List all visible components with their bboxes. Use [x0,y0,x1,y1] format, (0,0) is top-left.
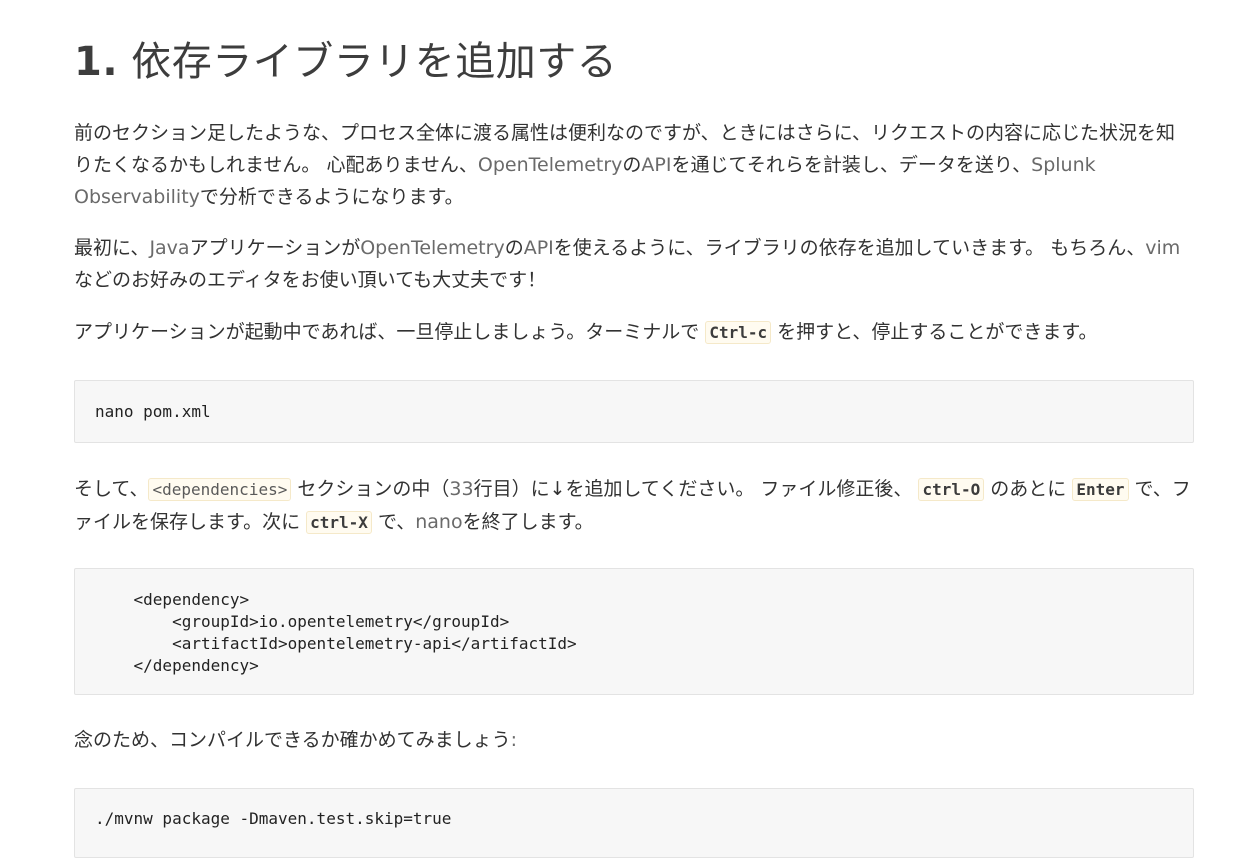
heading-number: 1. [74,39,119,85]
text-span: アプリケーションが [189,237,361,259]
text-span: の [504,237,524,259]
article-content: 1. 依存ライブラリを追加する 前のセクション足したような、プロセス全体に渡る属… [74,0,1194,858]
compile-paragraph: 念のため、コンパイルできるか確かめてみましょう: [74,724,517,756]
text-span: 最初に、 [74,237,150,259]
code-block-nano[interactable]: nano pom.xml [74,380,1194,443]
text-span: のあとに [984,478,1073,500]
intro-paragraph: 前のセクション足したような、プロセス全体に渡る属性は便利なのですが、ときにはさら… [74,117,1194,213]
inline-code-ctrl-x: ctrl-X [306,511,372,534]
text-span: で、 [371,511,416,533]
text-span: 33 [449,478,474,500]
text-span: を押すと、停止することができます。 [771,321,1098,343]
inline-code-ctrl-o: ctrl-O [918,478,985,501]
text-span: 行目）に↓を追加してください。 ファイル修正後、 [473,478,919,500]
text-span: の [622,154,642,176]
text-span: API [523,237,554,259]
text-span: OpenTelemetry [360,237,505,259]
inline-code-ctrl-c: Ctrl-c [705,321,772,344]
inline-code-dependencies: <dependencies> [148,478,292,501]
code-block-dependency-xml[interactable]: <dependency> <groupId>io.opentelemetry</… [74,568,1194,695]
text-span: を使えるように、ライブラリの依存を追加していきます。 もちろん、 [553,237,1146,259]
heading-text: 依存ライブラリを追加する [131,39,618,85]
text-span: を終了します。 [462,511,594,533]
page-title: 1. 依存ライブラリを追加する [74,0,1194,88]
text-span: Java [149,237,190,259]
text-span: vim [1145,237,1181,259]
inline-code-enter: Enter [1072,478,1129,501]
code-block-mvnw[interactable]: ./mvnw package -Dmaven.test.skip=true [74,788,1194,858]
dependency-paragraph: 最初に、JavaアプリケーションがOpenTelemetryのAPIを使えるよう… [74,232,1194,296]
text-span: : [510,729,518,751]
text-span: そして、 [74,478,149,500]
text-span: 念のため、コンパイルできるか確かめてみましょう [74,729,511,751]
stop-app-paragraph: アプリケーションが起動中であれば、一旦停止しましょう。ターミナルで Ctrl-c… [74,316,1098,349]
text-span: などのお好みのエディタをお使い頂いても大丈夫です！ [74,269,547,291]
text-span: アプリケーションが起動中であれば、一旦停止しましょう。ターミナルで [74,321,706,343]
text-span: セクションの中（ [291,478,450,500]
text-span: で分析できるようになります。 [199,186,464,208]
text-span: nano [415,511,463,533]
edit-pom-paragraph: そして、 <dependencies> セクションの中（33行目）に↓を追加してく… [74,473,1194,539]
text-span: API [641,154,672,176]
text-span: OpenTelemetry [477,154,623,176]
text-span: を通じてそれらを計装し、データを送り、 [671,154,1032,176]
